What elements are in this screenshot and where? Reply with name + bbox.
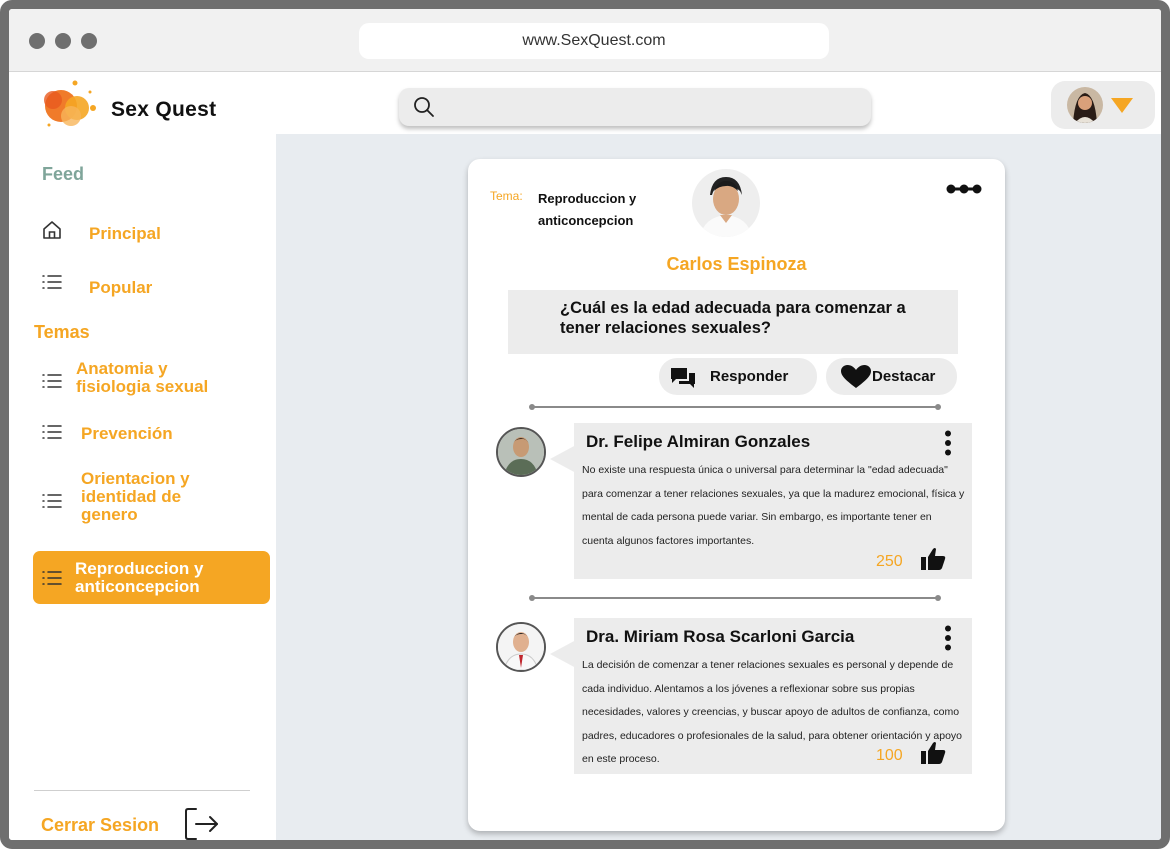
logout-icon xyxy=(185,808,218,840)
reply-button[interactable]: Responder xyxy=(659,358,817,395)
sidebar-item-anatomia[interactable]: Anatomia y fisiologia sexual xyxy=(33,356,270,402)
answer-bubble: Dra. Miriam Rosa Scarloni Garcia La deci… xyxy=(574,618,972,774)
tema-label: Tema: xyxy=(490,189,523,203)
post-author-name[interactable]: Carlos Espinoza xyxy=(468,254,1005,275)
sidebar-item-principal[interactable]: Principal xyxy=(33,212,270,248)
address-bar[interactable]: www.SexQuest.com xyxy=(359,23,829,59)
sidebar-item-orientacion[interactable]: Orientacion y identidad de genero xyxy=(33,468,270,536)
answer-text: La decisión de comenzar a tener relacion… xyxy=(582,659,963,765)
answer-author-name[interactable]: Dr. Felipe Almiran Gonzales xyxy=(586,432,810,452)
window-control-dot[interactable] xyxy=(29,33,45,49)
more-vertical-icon[interactable] xyxy=(944,625,952,651)
answer-divider xyxy=(529,404,941,410)
sidebar-item-label: Orientacion y identidad de genero xyxy=(81,469,190,524)
list-icon xyxy=(42,571,62,585)
more-vertical-icon[interactable] xyxy=(944,430,952,456)
window-control-dot[interactable] xyxy=(55,33,71,49)
answer-author-name[interactable]: Dra. Miriam Rosa Scarloni Garcia xyxy=(586,627,854,647)
sidebar-item-prevencion[interactable]: Prevención xyxy=(33,419,270,449)
answer-author-avatar[interactable] xyxy=(496,622,546,672)
more-horizontal-icon[interactable] xyxy=(946,183,982,195)
list-icon xyxy=(42,374,62,388)
app-logo[interactable]: Sex Quest xyxy=(35,80,275,130)
browser-window: www.SexQuest.com Sex Quest Feed Principa… xyxy=(0,0,1170,849)
list-icon xyxy=(42,275,62,289)
sidebar-item-label: Principal xyxy=(89,224,161,243)
heart-icon xyxy=(841,365,871,388)
question-box: ¿Cuál es la edad adecuada para comenzar … xyxy=(508,290,958,354)
thumbs-up-icon[interactable] xyxy=(920,741,946,765)
window-control-dot[interactable] xyxy=(81,33,97,49)
home-icon xyxy=(43,221,61,239)
app-header: Sex Quest xyxy=(9,72,1161,134)
answer-author-avatar[interactable] xyxy=(496,427,546,477)
sidebar-item-label: Popular xyxy=(89,278,153,297)
logout-button[interactable]: Cerrar Sesion xyxy=(41,804,241,840)
list-icon xyxy=(42,494,62,508)
highlight-button[interactable]: Destacar xyxy=(826,358,957,395)
answer-item: Dr. Felipe Almiran Gonzales No existe un… xyxy=(496,423,972,579)
sidebar-item-reproduccion[interactable]: Reproduccion y anticoncepcion xyxy=(33,551,270,604)
sidebar-item-label: Reproduccion y anticoncepcion xyxy=(75,559,204,596)
search-icon xyxy=(414,97,434,117)
search-input[interactable] xyxy=(399,88,871,126)
answer-bubble-tail xyxy=(550,445,576,473)
sidebar-item-label: Anatomia y fisiologia sexual xyxy=(76,359,209,396)
list-icon xyxy=(42,425,62,439)
chevron-down-icon xyxy=(1111,98,1133,113)
answer-item: Dra. Miriam Rosa Scarloni Garcia La deci… xyxy=(496,618,972,774)
sidebar-item-label: Prevención xyxy=(81,424,173,443)
post-card: Tema: Reproduccion y anticoncepcion Carl… xyxy=(468,159,1005,831)
profile-menu-button[interactable] xyxy=(1051,81,1155,129)
user-avatar xyxy=(1067,87,1103,123)
sidebar: Feed Principal Popular Temas Anatomia y … xyxy=(9,134,276,840)
main-content: Tema: Reproduccion y anticoncepcion Carl… xyxy=(276,134,1161,840)
temas-section-title: Temas xyxy=(34,322,90,342)
answer-bubble: Dr. Felipe Almiran Gonzales No existe un… xyxy=(574,423,972,579)
question-text: ¿Cuál es la edad adecuada para comenzar … xyxy=(560,299,906,337)
chat-bubbles-icon xyxy=(671,368,695,388)
sidebar-item-popular[interactable]: Popular xyxy=(33,266,270,302)
highlight-label: Destacar xyxy=(872,368,936,385)
answer-bubble-tail xyxy=(550,640,576,668)
author-avatar[interactable] xyxy=(692,169,760,237)
app-name: Sex Quest xyxy=(111,98,217,121)
thumbs-up-icon[interactable] xyxy=(920,547,946,571)
answer-like-count: 250 xyxy=(876,553,903,570)
answer-like-count: 100 xyxy=(876,747,903,764)
reply-label: Responder xyxy=(710,368,789,385)
browser-titlebar: www.SexQuest.com xyxy=(9,9,1161,72)
feed-section-title: Feed xyxy=(42,164,85,184)
answer-divider xyxy=(529,595,941,601)
sidebar-divider xyxy=(34,790,250,791)
answer-text: No existe una respuesta única o universa… xyxy=(582,464,965,547)
tema-value[interactable]: Reproduccion y anticoncepcion xyxy=(538,188,668,232)
logout-label: Cerrar Sesion xyxy=(41,815,160,835)
